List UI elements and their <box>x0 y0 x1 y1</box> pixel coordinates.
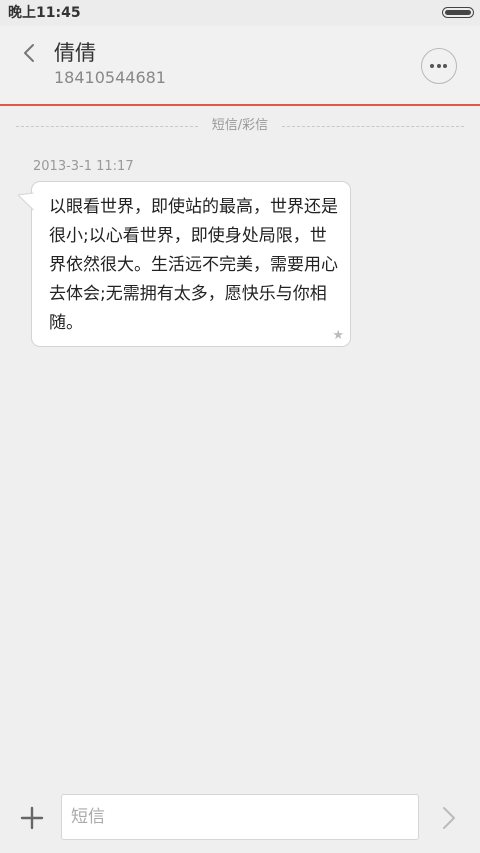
contact-name: 倩倩 <box>54 41 96 65</box>
star-icon[interactable]: ★ <box>332 328 344 344</box>
more-options-button[interactable] <box>421 48 457 84</box>
more-dot <box>430 64 434 68</box>
plus-icon[interactable] <box>20 806 44 830</box>
message-type-divider: 短信/彩信 <box>16 118 464 134</box>
more-dot <box>443 64 447 68</box>
chevron-right-icon[interactable] <box>440 805 458 831</box>
contact-number: 18410544681 <box>54 68 166 87</box>
chevron-left-icon[interactable] <box>18 40 42 66</box>
compose-bar <box>0 779 480 853</box>
status-bar: 晚上11:45 <box>0 0 480 26</box>
message-input[interactable] <box>61 794 419 840</box>
bubble-tail <box>18 192 34 211</box>
message-type-label: 短信/彩信 <box>211 118 269 133</box>
conversation-header: 倩倩 18410544681 <box>0 26 480 106</box>
battery-level-fill <box>445 10 471 15</box>
status-time: 晚上11:45 <box>8 5 81 21</box>
more-dot <box>436 64 441 68</box>
message-timestamp: 2013-3-1 11:17 <box>33 159 134 174</box>
message-bubble[interactable]: 以眼看世界，即使站的最高，世界还是很小;以心看世界，即使身处局限，世界依然很大。… <box>31 181 351 347</box>
message-text: 以眼看世界，即使站的最高，世界还是很小;以心看世界，即使身处局限，世界依然很大。… <box>49 197 338 333</box>
battery-icon <box>442 7 474 18</box>
